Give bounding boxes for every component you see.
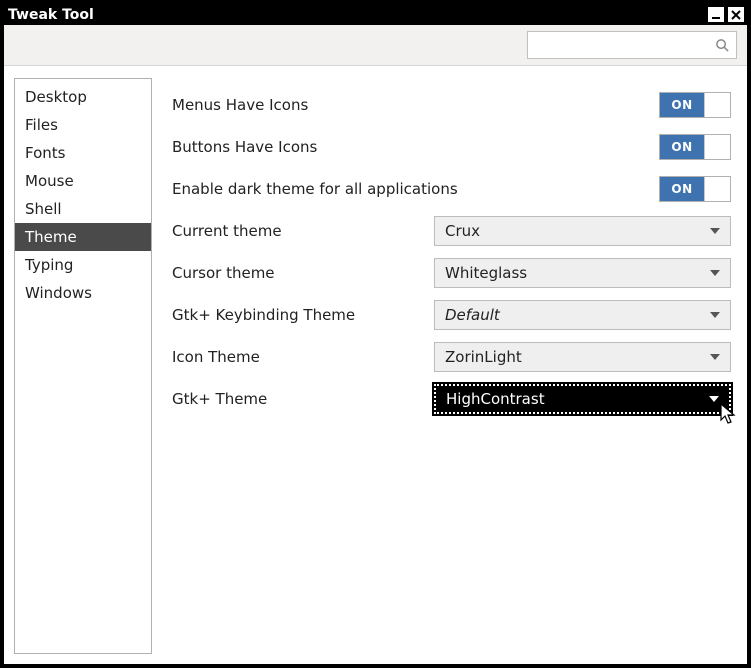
sidebar-item-fonts[interactable]: Fonts — [15, 139, 151, 167]
settings-pane: Menus Have Icons ON Buttons Have Icons O… — [166, 78, 737, 654]
toggle-buttons-have-icons[interactable]: ON — [659, 134, 731, 160]
setting-label: Gtk+ Keybinding Theme — [172, 306, 434, 324]
select-value: Crux — [445, 222, 480, 240]
sidebar-item-windows[interactable]: Windows — [15, 279, 151, 307]
chevron-down-icon — [710, 354, 720, 360]
setting-row: Buttons Have Icons ON — [172, 126, 731, 168]
toggle-handle — [704, 93, 730, 117]
content: Desktop Files Fonts Mouse Shell Theme Ty… — [4, 66, 747, 664]
setting-label: Gtk+ Theme — [172, 390, 434, 408]
sidebar-item-label: Theme — [25, 228, 77, 246]
search-icon — [715, 38, 730, 53]
sidebar-item-desktop[interactable]: Desktop — [15, 83, 151, 111]
select-value: HighContrast — [446, 390, 545, 408]
setting-label: Cursor theme — [172, 264, 434, 282]
close-button[interactable] — [727, 6, 745, 23]
sidebar-item-label: Files — [25, 116, 58, 134]
search-box[interactable] — [527, 31, 737, 59]
sidebar-item-label: Desktop — [25, 88, 87, 106]
select-value: Whiteglass — [445, 264, 527, 282]
sidebar-item-label: Fonts — [25, 144, 65, 162]
toolbar — [4, 25, 747, 66]
sidebar: Desktop Files Fonts Mouse Shell Theme Ty… — [14, 78, 152, 654]
sidebar-item-label: Typing — [25, 256, 73, 274]
search-input[interactable] — [534, 37, 715, 53]
sidebar-item-files[interactable]: Files — [15, 111, 151, 139]
setting-row: Enable dark theme for all applications O… — [172, 168, 731, 210]
toggle-dark-theme[interactable]: ON — [659, 176, 731, 202]
sidebar-item-mouse[interactable]: Mouse — [15, 167, 151, 195]
chevron-down-icon — [709, 396, 719, 402]
sidebar-item-shell[interactable]: Shell — [15, 195, 151, 223]
setting-label: Icon Theme — [172, 348, 434, 366]
chevron-down-icon — [710, 270, 720, 276]
close-icon — [731, 10, 741, 20]
setting-label: Buttons Have Icons — [172, 138, 659, 156]
setting-row: Icon Theme ZorinLight — [172, 336, 731, 378]
toggle-on-label: ON — [660, 135, 704, 159]
sidebar-item-label: Mouse — [25, 172, 74, 190]
titlebar[interactable]: Tweak Tool — [4, 4, 747, 25]
minimize-icon — [711, 10, 721, 20]
sidebar-item-label: Shell — [25, 200, 62, 218]
window-title: Tweak Tool — [8, 7, 94, 23]
setting-row: Menus Have Icons ON — [172, 84, 731, 126]
toggle-handle — [704, 135, 730, 159]
setting-row: Gtk+ Keybinding Theme Default — [172, 294, 731, 336]
toggle-on-label: ON — [660, 93, 704, 117]
chevron-down-icon — [710, 228, 720, 234]
sidebar-item-label: Windows — [25, 284, 92, 302]
sidebar-item-theme[interactable]: Theme — [15, 223, 151, 251]
select-icon-theme[interactable]: ZorinLight — [434, 342, 731, 372]
setting-label: Menus Have Icons — [172, 96, 659, 114]
chevron-down-icon — [710, 312, 720, 318]
setting-label: Enable dark theme for all applications — [172, 180, 659, 198]
select-value: Default — [445, 306, 500, 324]
select-gtk-theme[interactable]: HighContrast — [434, 384, 731, 414]
select-current-theme[interactable]: Crux — [434, 216, 731, 246]
toggle-menus-have-icons[interactable]: ON — [659, 92, 731, 118]
select-gtk-keybinding-theme[interactable]: Default — [434, 300, 731, 330]
sidebar-item-typing[interactable]: Typing — [15, 251, 151, 279]
minimize-button[interactable] — [707, 6, 725, 23]
select-cursor-theme[interactable]: Whiteglass — [434, 258, 731, 288]
toggle-on-label: ON — [660, 177, 704, 201]
setting-label: Current theme — [172, 222, 434, 240]
setting-row: Cursor theme Whiteglass — [172, 252, 731, 294]
toggle-handle — [704, 177, 730, 201]
select-value: ZorinLight — [445, 348, 522, 366]
window: Tweak Tool Desktop Files Fonts Mouse She… — [4, 4, 747, 664]
titlebar-decoration — [99, 14, 169, 26]
setting-row: Current theme Crux — [172, 210, 731, 252]
setting-row: Gtk+ Theme HighContrast — [172, 378, 731, 420]
